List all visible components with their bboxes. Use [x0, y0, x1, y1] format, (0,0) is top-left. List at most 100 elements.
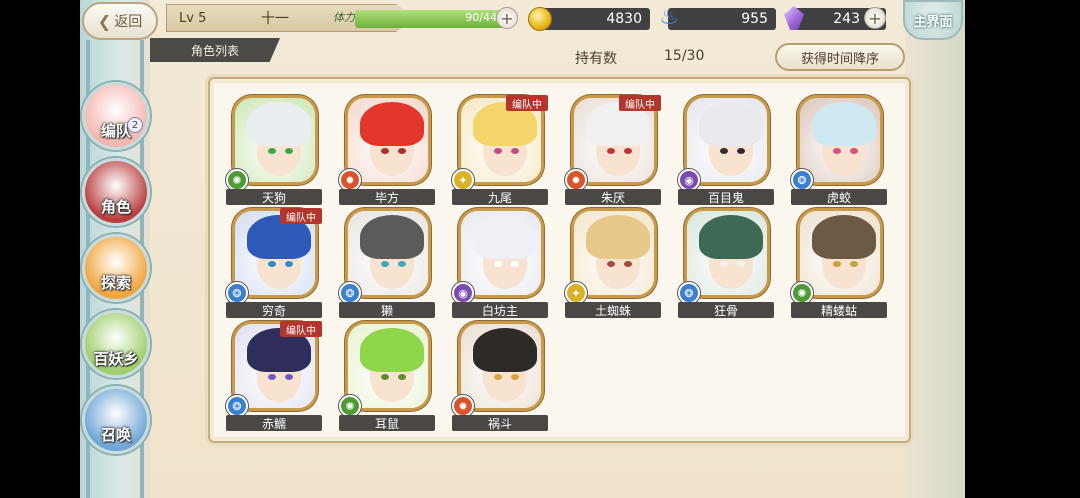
character-hair — [473, 328, 537, 372]
character-eye — [381, 374, 389, 380]
character-eye — [494, 148, 502, 154]
character-eye — [850, 261, 858, 267]
nav-item-characters[interactable]: 角色 — [82, 158, 150, 226]
character-eye — [268, 148, 276, 154]
water-element-icon: ❂ — [226, 395, 248, 417]
character-card[interactable]: ✺ 精蝼蛄 — [791, 208, 887, 318]
soul-flame-icon: ♨ — [659, 5, 679, 30]
character-card[interactable]: ❂ 编队中赤鱬 — [226, 321, 322, 431]
character-eye — [285, 148, 293, 154]
character-eye — [833, 148, 841, 154]
character-eye — [624, 148, 632, 154]
add-stamina-button[interactable]: + — [496, 7, 518, 29]
character-eye — [285, 261, 293, 267]
character-card[interactable]: ◉ 百目鬼 — [678, 95, 774, 205]
sort-label: 获得时间降序 — [800, 51, 879, 67]
back-label: 返回 — [114, 14, 143, 30]
character-hair — [699, 215, 763, 259]
screen: ❮ 返回 Lv 5 十一 体力 90/44 + 4830 955 ♨ 243 + — [0, 0, 1080, 498]
character-eye — [381, 261, 389, 267]
nav-item-summon[interactable]: 召唤 — [82, 386, 150, 454]
character-name: 天狗 — [226, 189, 322, 205]
coin-icon — [528, 7, 552, 31]
back-button[interactable]: ❮ 返回 — [82, 2, 158, 40]
character-hair — [473, 215, 537, 259]
character-list-tab: 角色列表 — [150, 38, 280, 62]
hold-count: 15/30 — [664, 48, 705, 64]
character-name: 赤鱬 — [226, 415, 322, 431]
nav-item-label: 召唤 — [100, 426, 131, 444]
character-hair — [699, 102, 763, 146]
tab-label: 角色列表 — [190, 43, 239, 58]
character-name: 百目鬼 — [678, 189, 774, 205]
character-eye — [285, 374, 293, 380]
nav-item-village[interactable]: 百妖乡 — [82, 310, 150, 378]
character-eye — [624, 261, 632, 267]
fire-element-icon: ✹ — [339, 169, 361, 191]
character-eye — [268, 261, 276, 267]
character-hair — [360, 215, 424, 259]
character-eye — [398, 148, 406, 154]
character-eye — [850, 148, 858, 154]
coin-amount: 4830 — [606, 11, 642, 27]
character-name: 虎蛟 — [791, 189, 887, 205]
character-eye — [511, 261, 519, 267]
home-label: 主界面 — [913, 14, 953, 30]
character-eye — [737, 148, 745, 154]
player-name: 十一 — [261, 11, 289, 27]
light-element-icon: ✦ — [452, 169, 474, 191]
add-crystal-button[interactable]: + — [864, 7, 886, 29]
character-card[interactable]: ◉ 白坊主 — [452, 208, 548, 318]
character-hair — [247, 102, 311, 146]
water-element-icon: ❂ — [791, 169, 813, 191]
sort-button[interactable]: 获得时间降序 — [775, 43, 905, 71]
nav-item-label: 探索 — [100, 274, 131, 292]
character-name: 穷奇 — [226, 302, 322, 318]
character-card[interactable]: ❂ 编队中 穷奇 — [226, 208, 322, 318]
character-card[interactable]: ✦ 土蜘蛛 — [565, 208, 661, 318]
character-name: 祸斗 — [452, 415, 548, 431]
nav-item-formation[interactable]: 编队 2 — [82, 82, 150, 150]
fire-element-icon: ✹ — [452, 395, 474, 417]
wind-element-icon: ✺ — [339, 395, 361, 417]
character-hair — [812, 215, 876, 259]
home-button[interactable]: 主界面 — [903, 0, 963, 40]
in-formation-tag: 编队中 — [619, 95, 661, 111]
nav-item-explore[interactable]: 探索 — [82, 234, 150, 302]
right-frame-decoration — [905, 0, 965, 498]
character-card[interactable]: ✺ 天狗 — [226, 95, 322, 205]
character-eye — [511, 148, 519, 154]
wind-element-icon: ✺ — [791, 282, 813, 304]
character-hair — [586, 215, 650, 259]
character-name: 精蝼蛄 — [791, 302, 887, 318]
character-card[interactable]: ✹ 祸斗 — [452, 321, 548, 431]
character-card[interactable]: ✦ 编队中 九尾 — [452, 95, 548, 205]
stamina-track: 90/44 — [355, 10, 505, 28]
character-name: 白坊主 — [452, 302, 548, 318]
fire-element-icon: ✹ — [565, 169, 587, 191]
character-eye — [398, 374, 406, 380]
in-formation-tag: 编队中 — [280, 321, 322, 337]
crystal-amount: 243 — [833, 11, 860, 27]
character-name: 獭 — [339, 302, 435, 318]
character-card[interactable]: ✹ 编队中 朱厌 — [565, 95, 661, 205]
character-eye — [268, 374, 276, 380]
character-card[interactable]: ✹ 毕方 — [339, 95, 435, 205]
water-element-icon: ❂ — [226, 282, 248, 304]
character-eye — [833, 261, 841, 267]
character-card[interactable]: ✺ 耳鼠 — [339, 321, 435, 431]
game-view: ❮ 返回 Lv 5 十一 体力 90/44 + 4830 955 ♨ 243 + — [80, 0, 965, 498]
character-name: 九尾 — [452, 189, 548, 205]
character-eye — [720, 261, 728, 267]
coin-counter: 4830 — [538, 8, 650, 30]
player-level: Lv 5 — [179, 10, 207, 26]
character-name: 耳鼠 — [339, 415, 435, 431]
character-eye — [381, 148, 389, 154]
soul-amount: 955 — [741, 11, 768, 27]
character-card[interactable]: ❂ 虎蛟 — [791, 95, 887, 205]
hold-label: 持有数 — [575, 51, 617, 67]
character-card[interactable]: ❂ 狂骨 — [678, 208, 774, 318]
character-card[interactable]: ❂ 獭 — [339, 208, 435, 318]
soul-counter: 955 — [668, 8, 776, 30]
water-element-icon: ❂ — [678, 282, 700, 304]
